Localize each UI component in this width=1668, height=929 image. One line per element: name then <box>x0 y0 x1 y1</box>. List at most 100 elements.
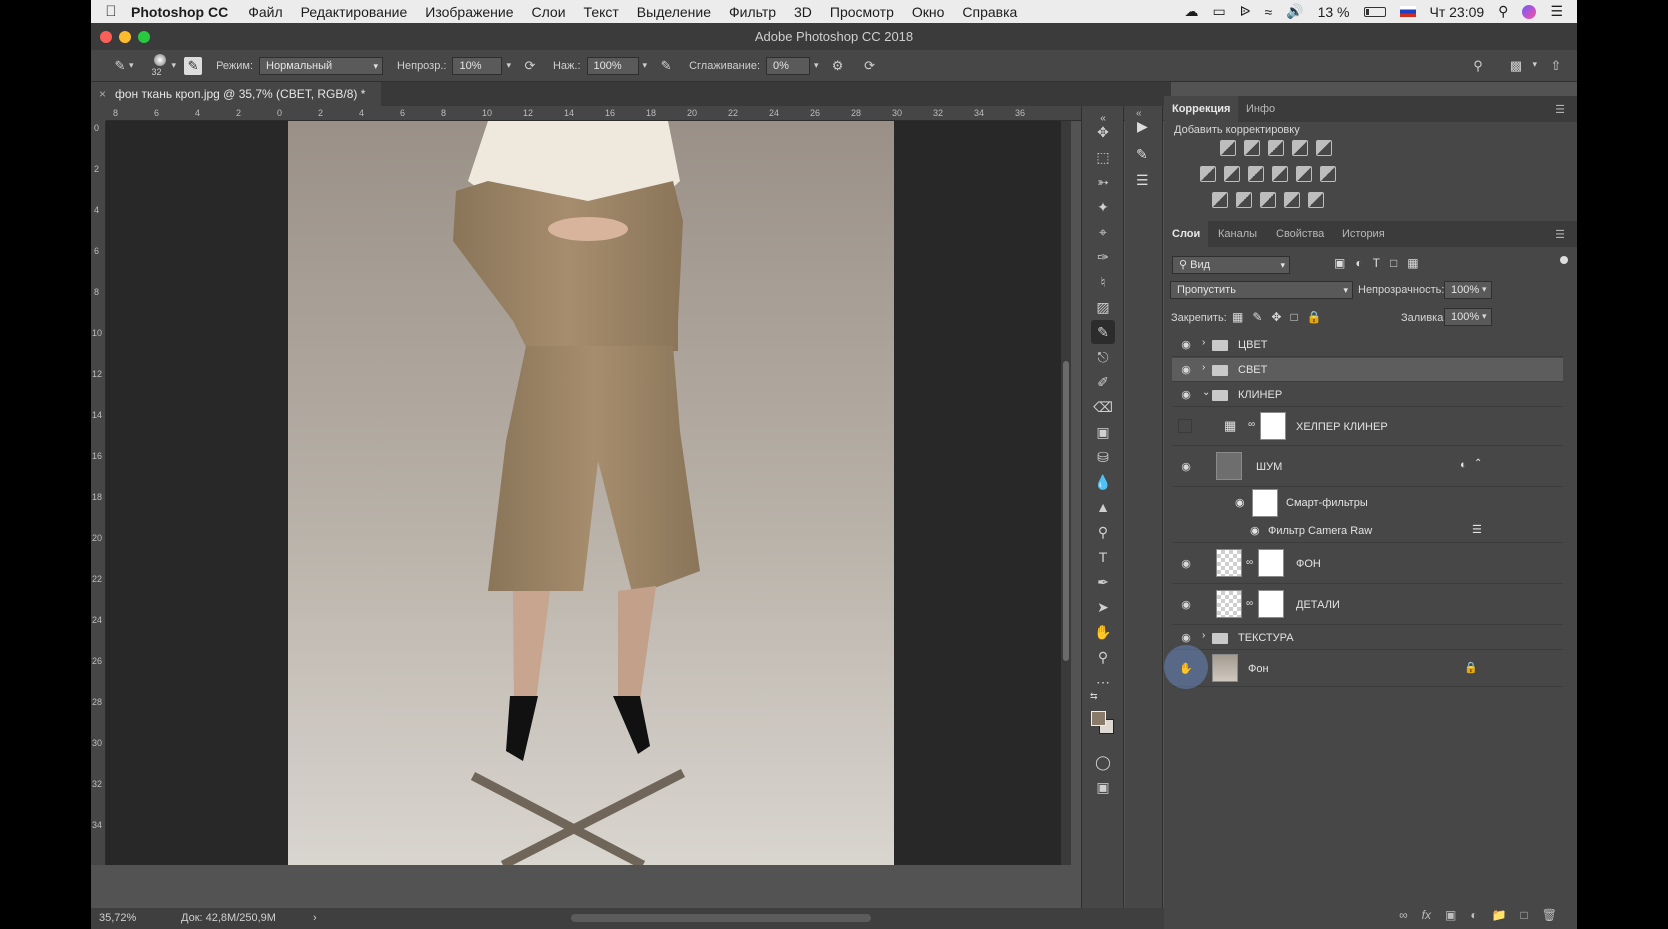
chevron-down-icon[interactable]: ⌄ <box>1202 387 1210 398</box>
eye-icon[interactable]: ◉ <box>1250 524 1260 537</box>
type-filter-icon[interactable]: T <box>1373 256 1380 270</box>
move-tool-icon[interactable]: ✥ <box>1091 120 1115 144</box>
lock-all-icon[interactable]: 🔒 <box>1307 310 1322 324</box>
brightness-icon[interactable] <box>1220 140 1236 156</box>
lock-transparency-icon[interactable]: ▦ <box>1232 310 1243 324</box>
tab-layers[interactable]: Слои <box>1164 221 1209 247</box>
siri-icon[interactable] <box>1522 4 1537 19</box>
lock-icon[interactable]: 🔒 <box>1464 661 1478 674</box>
tab-channels[interactable]: Каналы <box>1210 221 1265 247</box>
workspace-icon[interactable]: ▩ <box>1507 57 1525 75</box>
eye-icon[interactable]: ◉ <box>1178 388 1194 401</box>
chevron-down-icon[interactable]: ▾ <box>643 60 648 71</box>
swap-colors-icon[interactable]: ⇆ <box>1090 691 1098 702</box>
lock-position-icon[interactable]: ✥ <box>1271 310 1281 324</box>
new-group-icon[interactable]: 📁 <box>1492 908 1507 929</box>
layer-mask-thumbnail[interactable] <box>1258 590 1284 618</box>
bluetooth-icon[interactable]: ᐉ <box>1240 3 1251 20</box>
layer-thumbnail[interactable] <box>1216 549 1242 577</box>
color-lookup-icon[interactable] <box>1320 166 1336 182</box>
invert-icon[interactable] <box>1212 192 1228 208</box>
horizontal-scroll-thumb[interactable] <box>571 914 871 922</box>
chevron-down-icon[interactable]: ▾ <box>172 60 177 71</box>
selective-color-icon[interactable] <box>1284 192 1300 208</box>
layer-row-selected[interactable]: ◉ › СВЕТ <box>1172 358 1563 382</box>
layer-row[interactable]: ▦ ∞ ХЕЛПЕР КЛИНЕР <box>1172 408 1563 446</box>
brush-tool-icon[interactable]: ✎ <box>1091 320 1115 344</box>
close-window-icon[interactable] <box>100 31 112 43</box>
adjust-sliders-icon[interactable]: ☰ <box>1136 172 1149 189</box>
brush-preset-icon[interactable]: ✎ <box>111 57 129 75</box>
screen-mode-icon[interactable]: ▣ <box>1091 775 1115 799</box>
link-icon[interactable]: ∞ <box>1248 419 1255 430</box>
chevron-right-icon[interactable]: › <box>313 908 317 929</box>
zoom-level[interactable]: 35,72% <box>99 908 136 929</box>
chevron-up-icon[interactable]: ⌃ <box>1474 458 1482 469</box>
eye-icon[interactable]: ◉ <box>1178 338 1194 351</box>
pressure-opacity-icon[interactable]: ⟳ <box>521 57 539 75</box>
trash-icon[interactable]: 🗑 <box>1542 908 1557 929</box>
history-brush-icon[interactable]: ✐ <box>1091 370 1115 394</box>
zoom-window-icon[interactable] <box>138 31 150 43</box>
layer-row[interactable]: ✋ Фон 🔒 <box>1164 645 1563 689</box>
vertical-ruler[interactable]: 0 2 4 6 8 10 12 14 16 18 20 22 24 26 28 … <box>91 121 106 865</box>
layer-row[interactable]: ◉ ∞ ФОН <box>1172 544 1563 584</box>
channel-mixer-icon[interactable] <box>1296 166 1312 182</box>
link-icon[interactable]: ∞ <box>1246 598 1253 609</box>
menu-text[interactable]: Текст <box>584 4 619 20</box>
bucket-tool-icon[interactable]: ⛁ <box>1091 445 1115 469</box>
type-tool-icon[interactable]: T <box>1091 545 1115 569</box>
document-canvas[interactable] <box>288 121 894 865</box>
new-adjustment-icon[interactable]: ◐ <box>1470 908 1477 929</box>
layer-mask-thumbnail[interactable] <box>1260 412 1286 440</box>
layer-row[interactable]: ◉ ∞ ДЕТАЛИ <box>1172 585 1563 625</box>
cloud-icon[interactable]: ☁ <box>1184 3 1198 20</box>
brush-settings-icon[interactable]: ✎ <box>1136 146 1148 163</box>
layer-row[interactable]: ◉ › ТЕКСТУРА <box>1172 626 1563 650</box>
eye-icon[interactable]: ◉ <box>1178 598 1194 611</box>
background-thumbnail[interactable] <box>1212 654 1238 682</box>
eye-icon[interactable]: ◉ <box>1235 496 1245 509</box>
eye-icon[interactable]: ◉ <box>1178 631 1194 644</box>
eraser-tool-icon[interactable]: ⌫ <box>1091 395 1115 419</box>
chevron-right-icon[interactable]: › <box>1202 630 1205 641</box>
chevron-down-icon[interactable]: ▾ <box>1532 59 1537 70</box>
gradient-map-icon[interactable] <box>1308 192 1324 208</box>
chevron-down-icon[interactable]: ▾ <box>506 60 511 71</box>
menu-image[interactable]: Изображение <box>425 4 513 20</box>
smart-filters-row[interactable]: ◉ Смарт-фильтры <box>1172 488 1563 518</box>
airplay-icon[interactable]: ▭ <box>1212 3 1225 20</box>
horizontal-ruler[interactable]: 8 6 4 2 0 2 4 6 8 10 12 14 16 18 20 22 2… <box>106 106 1211 121</box>
pixel-filter-icon[interactable]: ▣ <box>1334 256 1345 270</box>
smart-filter-indicator-icon[interactable]: ◐ <box>1460 459 1467 471</box>
add-mask-icon[interactable]: ▣ <box>1445 908 1456 929</box>
filter-row[interactable]: ◉ Фильтр Camera Raw ☰ <box>1172 519 1563 543</box>
zoom-tool-icon[interactable]: ⚲ <box>1091 645 1115 669</box>
apple-icon[interactable]:  <box>91 3 131 20</box>
tab-properties[interactable]: Свойства <box>1268 221 1332 247</box>
crop-tool-icon[interactable]: ⌖ <box>1091 220 1115 244</box>
wifi-icon[interactable]: ≈ <box>1264 4 1272 20</box>
layer-filter-select[interactable]: ⚲ Вид ▾ <box>1172 256 1290 274</box>
posterize-icon[interactable] <box>1236 192 1252 208</box>
pressure-size-icon[interactable]: ⟳ <box>861 57 879 75</box>
lasso-tool-icon[interactable]: ➳ <box>1091 170 1115 194</box>
pen-tool-icon[interactable]: ✒ <box>1091 570 1115 594</box>
gear-icon[interactable]: ⚙ <box>829 57 847 75</box>
menu-select[interactable]: Выделение <box>637 4 711 20</box>
tab-correction[interactable]: Коррекция <box>1164 96 1239 122</box>
brush-size-picker[interactable]: 32 <box>148 52 172 80</box>
airbrush-icon[interactable]: ✎ <box>657 57 675 75</box>
scroll-thumb[interactable] <box>1063 361 1069 661</box>
new-layer-icon[interactable]: □ <box>1521 908 1528 929</box>
menu-window[interactable]: Окно <box>912 4 945 20</box>
canvas-area[interactable] <box>106 121 1061 865</box>
chevron-down-icon[interactable]: ▾ <box>814 60 819 71</box>
layer-row[interactable]: ◉ › ЦВЕТ <box>1172 333 1563 357</box>
blur-tool-icon[interactable]: 💧 <box>1091 470 1115 494</box>
brush-panel-icon[interactable]: ✎ <box>184 56 203 75</box>
adjustment-filter-icon[interactable]: ◐ <box>1355 256 1362 270</box>
smart-object-thumbnail[interactable] <box>1216 452 1242 480</box>
lock-pixels-icon[interactable]: ✎ <box>1252 310 1262 324</box>
eye-icon[interactable]: ✋ <box>1178 662 1194 675</box>
